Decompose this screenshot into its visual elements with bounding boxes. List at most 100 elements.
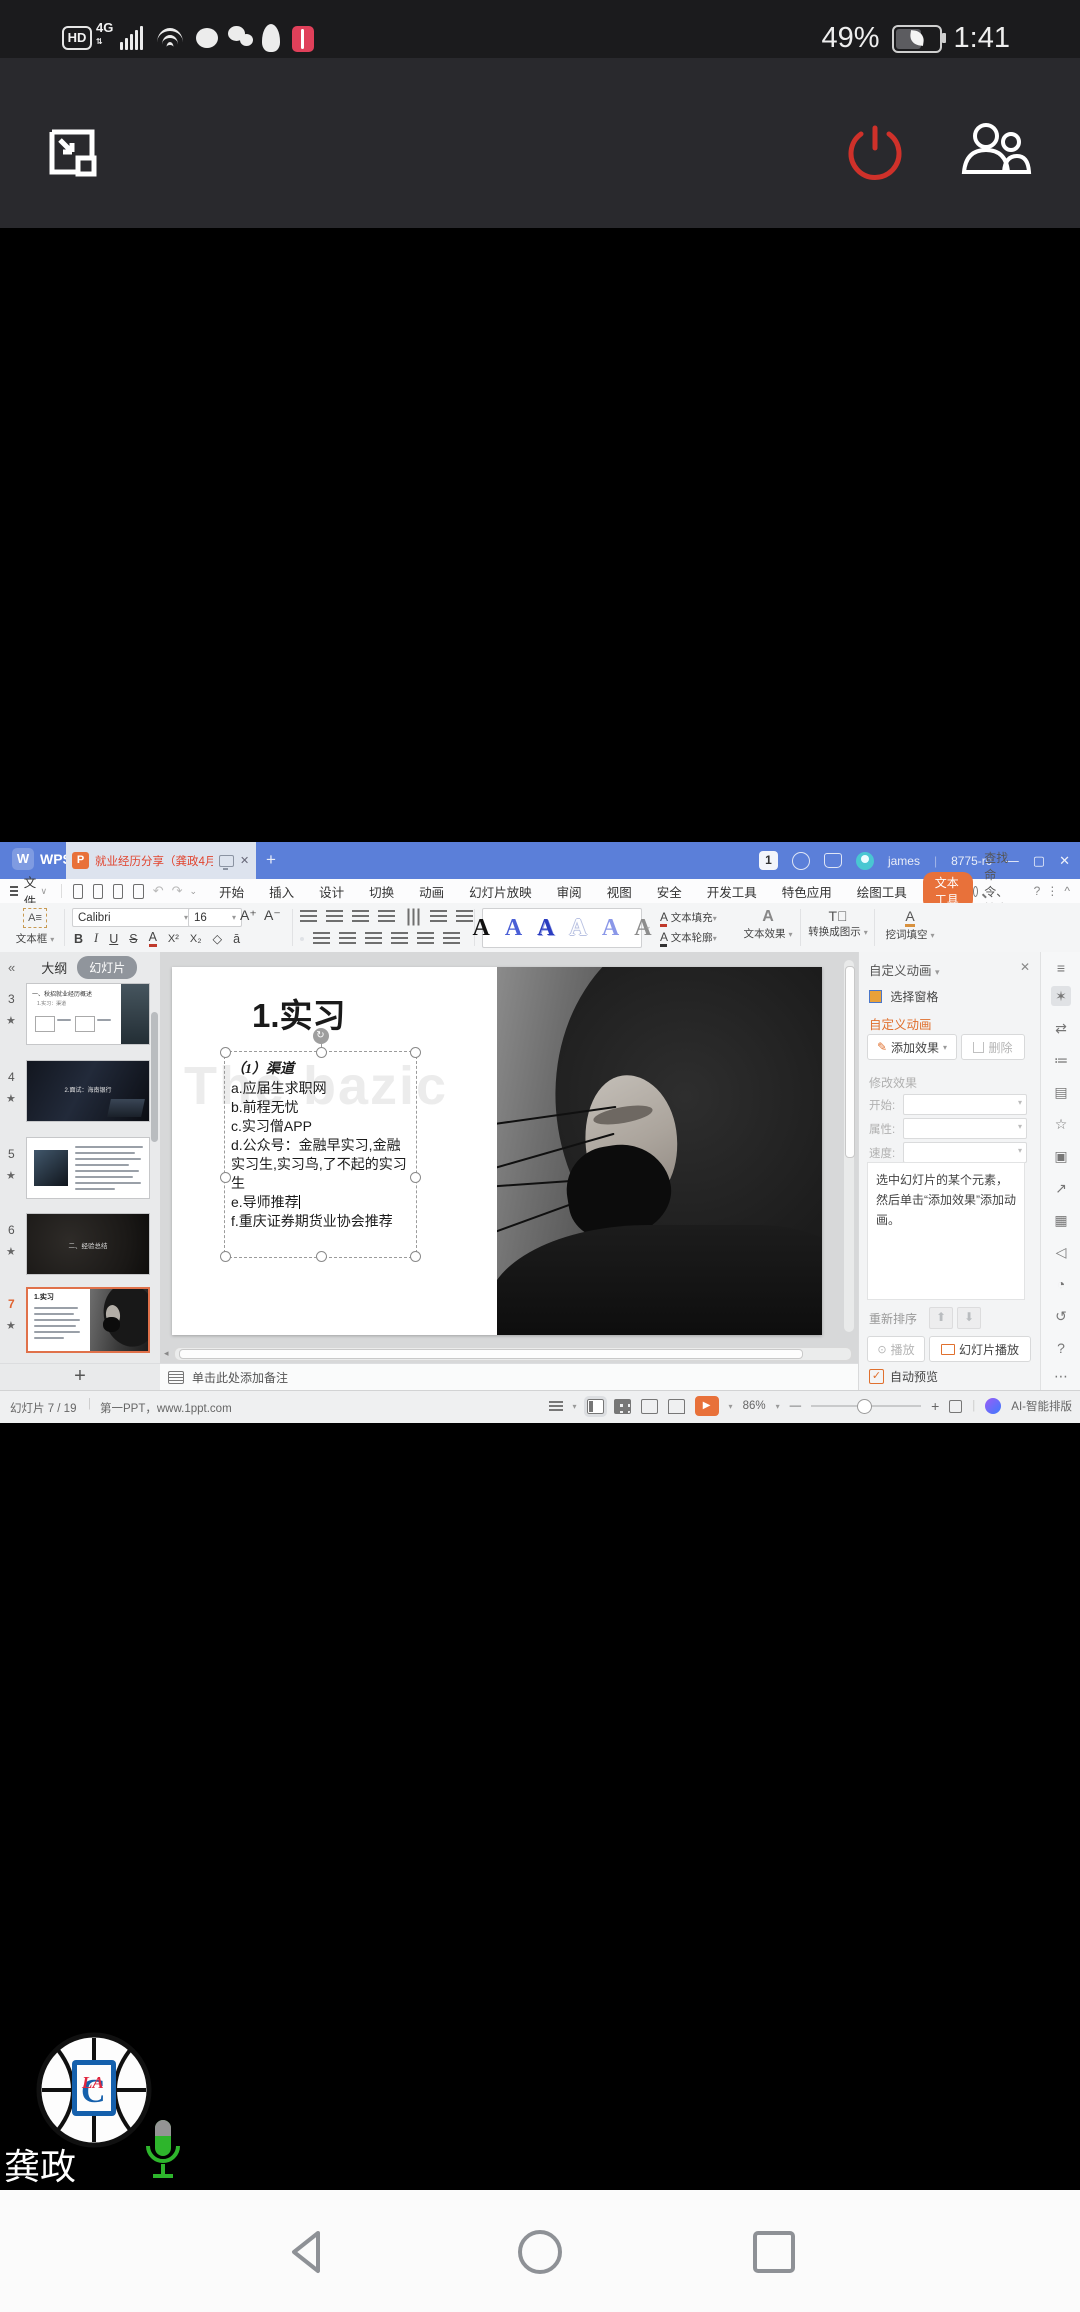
play-slideshow-button[interactable]: ▶ <box>695 1396 719 1416</box>
resize-handle[interactable] <box>220 1047 231 1058</box>
bold-button[interactable]: B <box>74 932 83 946</box>
selection-pane-button[interactable]: 选择窗格 <box>869 988 938 1005</box>
participants-icon[interactable] <box>958 120 1032 178</box>
paragraph-spacing-icon[interactable] <box>443 932 460 946</box>
panel-close-icon[interactable]: ✕ <box>1020 960 1030 974</box>
resource-package-icon[interactable]: ▣ <box>1051 1146 1071 1166</box>
more-icon[interactable]: ⋮ <box>1046 884 1058 898</box>
menu-devtools[interactable]: 开发工具 <box>707 882 757 901</box>
power-button-icon[interactable] <box>846 122 904 180</box>
text-fill-button[interactable]: A 文本填充▾ <box>660 910 717 925</box>
tab-slides-active[interactable]: 幻灯片 <box>77 956 137 979</box>
delete-effect-button[interactable]: 删除 <box>961 1034 1025 1060</box>
distribute-icon[interactable] <box>391 932 408 946</box>
favorites-icon[interactable]: ☆ <box>1051 1114 1071 1134</box>
bullet-list-icon[interactable] <box>300 910 317 924</box>
zoom-level[interactable]: 86% <box>743 1400 766 1412</box>
shrink-font-button[interactable]: A⁻ <box>264 907 281 924</box>
slideshow-play-button[interactable]: 幻灯片播放 <box>929 1336 1031 1362</box>
member-icon[interactable] <box>792 852 810 870</box>
grow-font-button[interactable]: A⁺ <box>240 907 257 924</box>
text-effect-button[interactable]: A 文本效果 ▾ <box>742 908 794 941</box>
more-icon[interactable]: ⋯ <box>1051 1366 1071 1386</box>
cloze-button[interactable]: A 挖词填空 ▾ <box>882 908 938 942</box>
columns-icon[interactable] <box>456 910 473 924</box>
redo-icon[interactable]: ↷ <box>172 883 183 899</box>
panel-handle-icon[interactable]: ≡ <box>1051 958 1071 978</box>
convert-diagram-button[interactable]: T⃞ 转换成图示 ▾ <box>808 908 868 939</box>
subscript-button[interactable]: X₂ <box>190 933 202 945</box>
phonetic-button[interactable]: ā <box>233 932 240 946</box>
align-center-icon[interactable] <box>313 932 330 946</box>
collapse-ribbon-icon[interactable]: ^ <box>1064 884 1070 898</box>
add-slide-button[interactable]: + <box>0 1363 160 1391</box>
font-name-select[interactable]: Calibri▾ <box>72 908 194 927</box>
help-icon[interactable]: ? <box>1051 1338 1071 1358</box>
slide7-thumbnail-selected[interactable]: 1.实习 <box>26 1287 150 1353</box>
slide-title[interactable]: 1.实习 <box>252 989 346 1037</box>
print-icon[interactable] <box>113 884 123 899</box>
auto-preview-checkbox[interactable]: ✓ 自动预览 <box>869 1368 938 1385</box>
align-left-icon-active[interactable] <box>300 937 304 941</box>
nav-recents-button[interactable] <box>748 2226 800 2278</box>
outline-level-icon[interactable] <box>549 1401 563 1411</box>
strikethrough-button[interactable]: S <box>129 932 137 946</box>
slideshow-view-icon[interactable] <box>668 1399 685 1414</box>
clear-format-button[interactable]: ◇ <box>213 931 223 946</box>
text-direction-icon[interactable] <box>406 909 420 926</box>
reorder-down-button[interactable]: ⬇ <box>957 1307 981 1329</box>
normal-view-icon[interactable] <box>587 1399 604 1414</box>
textbox-body[interactable]: （1）渠道 a.应届生求职网 b.前程无忧 c.实习僧APP d.公众号：金融早… <box>231 1060 412 1231</box>
microphone-volume-icon[interactable] <box>144 2118 182 2186</box>
zoom-in-icon[interactable]: + <box>931 1398 939 1414</box>
shrink-screen-icon[interactable] <box>44 124 100 180</box>
numbered-list-icon[interactable] <box>326 910 343 924</box>
increase-indent-icon[interactable] <box>378 910 395 924</box>
decrease-indent-icon[interactable] <box>352 910 369 924</box>
panel-title[interactable]: 自定义动画 ▾ <box>869 960 940 979</box>
rotate-handle-icon[interactable]: ↻ <box>313 1028 329 1044</box>
align-right-icon[interactable] <box>339 932 356 946</box>
username[interactable]: james <box>888 854 920 868</box>
doc-count-badge[interactable]: 1 <box>759 851 778 870</box>
underline-button[interactable]: U <box>109 932 118 946</box>
align-text-icon[interactable] <box>430 910 447 924</box>
print-preview-icon[interactable] <box>133 884 143 899</box>
fit-window-icon[interactable] <box>949 1400 962 1413</box>
italic-button[interactable]: I <box>94 931 98 946</box>
menu-slideshow[interactable]: 幻灯片放映 <box>469 882 532 901</box>
slide3-thumbnail[interactable]: 一、秋招就业经历概述 1.实习：渠道 <box>26 983 150 1045</box>
audio-icon[interactable]: ◁ <box>1051 1242 1071 1262</box>
selected-textbox[interactable]: ↻ （1）渠道 a.应届生求职网 b.前程无忧 c.实 <box>224 1051 417 1258</box>
menu-review[interactable]: 审阅 <box>557 882 582 901</box>
play-button[interactable]: ⊙播放 <box>867 1336 925 1362</box>
menu-design[interactable]: 设计 <box>319 882 344 901</box>
menu-security[interactable]: 安全 <box>657 882 682 901</box>
save-icon[interactable] <box>73 884 83 899</box>
hscroll-left-arrow-icon[interactable]: ◂ <box>164 1348 169 1359</box>
font-color-button[interactable]: A <box>149 930 157 947</box>
textbox-button[interactable]: A≡ 文本框 ▾ <box>10 908 60 946</box>
resize-handle[interactable] <box>410 1047 421 1058</box>
vertical-scrollbar[interactable] <box>844 960 854 1332</box>
slide4-thumbnail[interactable]: 2.面试：海南银行 <box>26 1060 150 1122</box>
menu-home[interactable]: 开始 <box>219 882 244 901</box>
panel-scrollbar[interactable] <box>151 1012 158 1142</box>
zoom-slider[interactable] <box>811 1405 921 1407</box>
nav-back-button[interactable] <box>282 2226 334 2278</box>
collapse-panel-icon[interactable]: « <box>8 960 15 975</box>
menu-insert[interactable]: 插入 <box>269 882 294 901</box>
speed-select[interactable] <box>903 1142 1027 1163</box>
hamburger-icon[interactable] <box>10 886 18 896</box>
notes-bar[interactable]: 单击此处添加备注 <box>160 1363 858 1390</box>
help-icon[interactable]: ? <box>1034 884 1041 898</box>
property-select[interactable] <box>903 1118 1027 1139</box>
resize-handle[interactable] <box>220 1251 231 1262</box>
history-icon[interactable]: ↺ <box>1051 1306 1071 1326</box>
menu-draw-tools[interactable]: 绘图工具 <box>857 882 907 901</box>
slide-sorter-icon[interactable] <box>614 1399 631 1414</box>
menu-special-apps[interactable]: 特色应用 <box>782 882 832 901</box>
line-spacing-icon[interactable] <box>417 932 434 946</box>
menu-animation[interactable]: 动画 <box>419 882 444 901</box>
slide-canvas[interactable]: The bazic 1.实习 ↻ （1）渠道 <box>172 967 822 1335</box>
